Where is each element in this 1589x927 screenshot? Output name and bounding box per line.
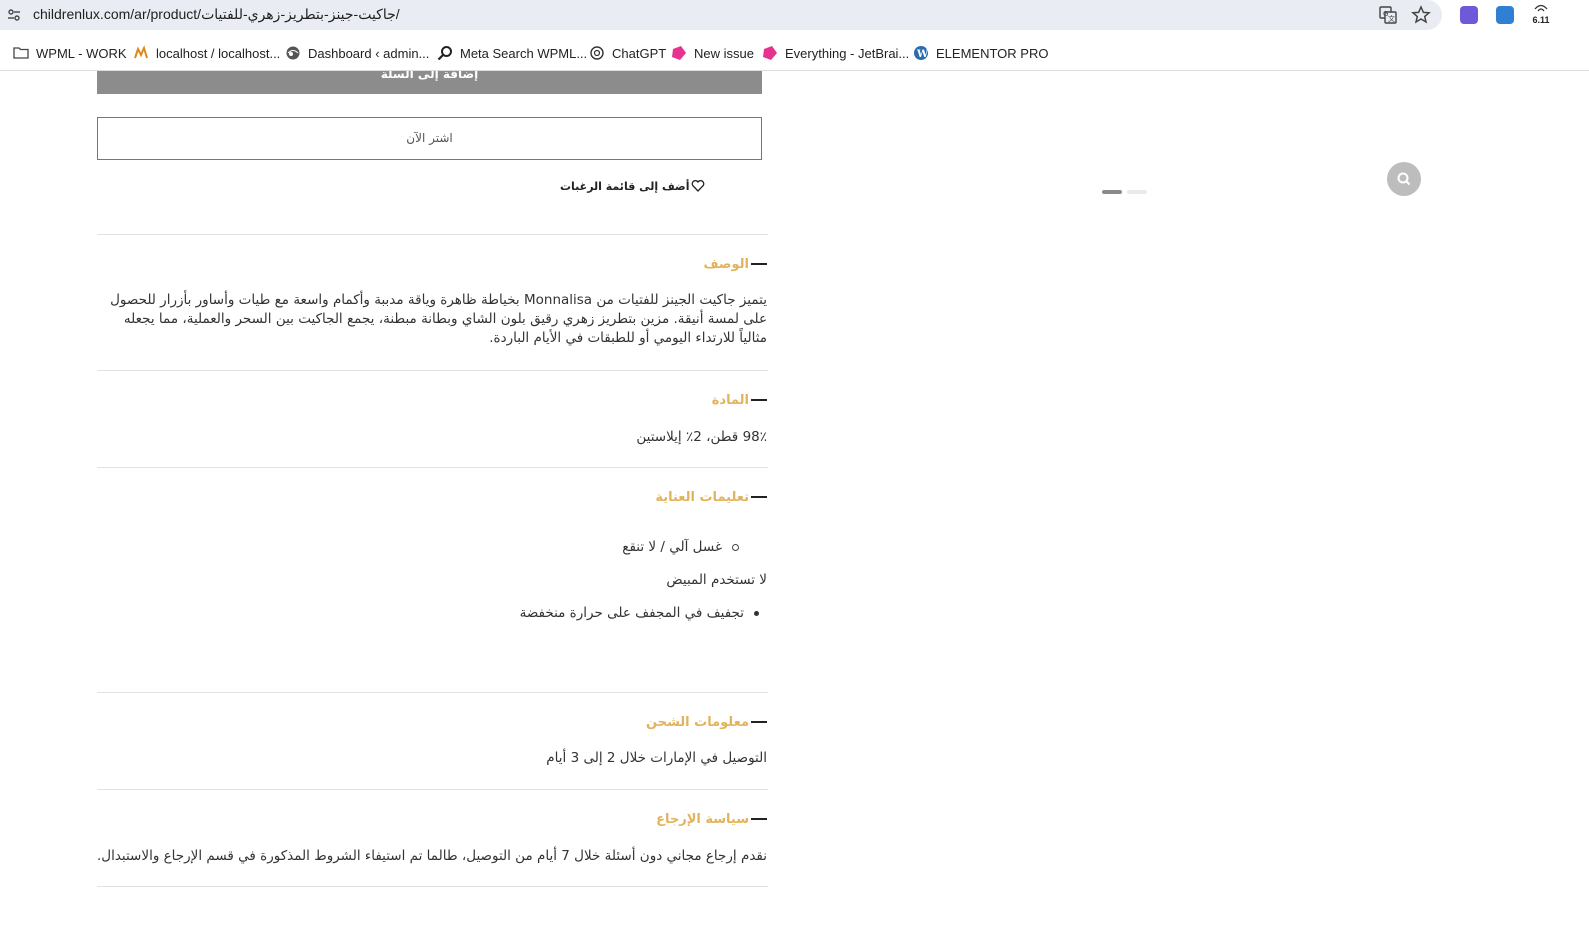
svg-text:文: 文 — [1388, 14, 1395, 23]
section-title-label: المادة — [711, 392, 749, 408]
buy-now-button[interactable]: اشتر الآن — [97, 117, 762, 160]
url-field[interactable]: childrenlux.com/ar/product/جاكيت-جينز-بت… — [0, 0, 1442, 30]
section-title-material[interactable]: المادة — [712, 390, 767, 410]
bookmarks-bar: WPML - WORK localhost / localhost... Das… — [0, 36, 1589, 71]
section-title-returns[interactable]: سياسة الإرجاع — [656, 809, 767, 829]
bookmark-elementor-pro[interactable]: W ELEMENTOR PRO — [913, 43, 1048, 63]
dash-icon — [751, 818, 767, 820]
extension-gear-icon[interactable] — [1460, 6, 1478, 24]
address-bar: childrenlux.com/ar/product/جاكيت-جينز-بت… — [0, 0, 1589, 30]
add-to-wishlist-link[interactable]: أضف إلى قائمة الرغبات — [560, 176, 760, 196]
care-list-item: غسل آلي / لا تنقع — [622, 539, 739, 555]
search-icon — [437, 46, 452, 61]
bookmark-everything-jetbrains[interactable]: Everything - JetBrai... — [762, 43, 909, 63]
care-item-text: غسل آلي / لا تنقع — [622, 539, 722, 555]
disc-bullet-icon — [754, 610, 759, 616]
circle-bullet-icon — [732, 543, 739, 551]
divider — [97, 789, 768, 790]
care-list-item: لا تستخدم المبيض — [666, 572, 767, 588]
bookmark-new-issue[interactable]: New issue — [671, 43, 754, 63]
globe-icon — [286, 46, 300, 60]
bookmark-localhost[interactable]: localhost / localhost... — [133, 43, 280, 63]
folder-icon — [13, 47, 29, 59]
bookmark-star-icon[interactable] — [1411, 5, 1431, 25]
care-item-text: تجفيف في المجفف على حرارة منخفضة — [519, 605, 744, 621]
section-title-shipping[interactable]: معلومات الشحن — [646, 712, 767, 732]
jetbrains-icon — [672, 46, 686, 60]
wordpress-icon: W — [914, 46, 929, 60]
jetbrains-icon — [763, 46, 777, 60]
section-title-care[interactable]: تعليمات العناية — [655, 487, 767, 507]
section-title-label: سياسة الإرجاع — [656, 811, 749, 827]
product-page: إضافة إلى السلة اشتر الآن أضف إلى قائمة … — [0, 71, 1589, 927]
wifi-icon — [1534, 4, 1548, 12]
bookmark-chatgpt[interactable]: ChatGPT — [589, 43, 666, 63]
magnifier-icon — [1397, 172, 1411, 186]
divider — [97, 234, 768, 235]
dash-icon — [751, 399, 767, 401]
section-title-label: معلومات الشحن — [646, 714, 749, 730]
bookmark-label: Dashboard ‹ admin... — [308, 45, 430, 61]
section-title-label: الوصف — [703, 256, 749, 272]
svg-text:W: W — [916, 49, 929, 60]
bookmark-label: ChatGPT — [612, 45, 667, 61]
bookmark-label: Meta Search WPML... — [460, 45, 588, 61]
site-info-icon[interactable] — [7, 8, 21, 22]
dash-icon — [751, 496, 767, 498]
wishlist-label: أضف إلى قائمة الرغبات — [560, 179, 690, 193]
section-title-description[interactable]: الوصف — [703, 254, 767, 274]
bookmark-meta-search[interactable]: Meta Search WPML... — [437, 43, 587, 63]
shipping-text: التوصيل في الإمارات خلال 2 إلى 3 أيام — [546, 750, 767, 766]
extension-badge-text: 6.11 — [1532, 15, 1550, 25]
divider — [97, 886, 768, 887]
bookmark-label: New issue — [694, 45, 754, 61]
care-list-item: تجفيف في المجفف على حرارة منخفضة — [520, 605, 759, 621]
url-text[interactable]: childrenlux.com/ar/product/جاكيت-جينز-بت… — [33, 6, 400, 23]
phpmyadmin-icon — [134, 45, 148, 59]
divider — [97, 467, 768, 468]
description-text: يتميز جاكيت الجينز للفتيات من Monnalisa … — [110, 292, 767, 346]
gallery-dot[interactable] — [1127, 190, 1147, 194]
dash-icon — [751, 263, 767, 265]
divider — [97, 370, 768, 371]
bookmark-wpml-work[interactable]: WPML - WORK — [13, 43, 127, 63]
returns-text: نقدم إرجاع مجاني دون أسئلة خلال 7 أيام م… — [96, 848, 767, 864]
add-to-cart-label: إضافة إلى السلة — [380, 71, 479, 81]
zoom-button[interactable] — [1387, 162, 1421, 196]
extension-badge-icon[interactable]: 6.11 — [1528, 4, 1554, 26]
material-text: 98٪ قطن، 2٪ إيلاستين — [636, 429, 767, 445]
bookmark-label: WPML - WORK — [36, 45, 127, 61]
add-to-cart-button[interactable]: إضافة إلى السلة — [97, 71, 762, 94]
bookmark-dashboard[interactable]: Dashboard ‹ admin... — [285, 43, 429, 63]
heart-icon — [692, 180, 705, 192]
openai-icon — [590, 46, 604, 60]
bookmark-label: localhost / localhost... — [156, 45, 281, 61]
gallery-dot-active[interactable] — [1102, 190, 1122, 194]
extension-window-icon[interactable] — [1496, 6, 1514, 24]
divider — [97, 692, 768, 693]
section-title-label: تعليمات العناية — [655, 489, 749, 505]
bookmark-label: Everything - JetBrai... — [785, 45, 910, 61]
translate-icon[interactable]: G 文 — [1378, 5, 1398, 25]
bookmark-label: ELEMENTOR PRO — [936, 45, 1049, 61]
dash-icon — [751, 721, 767, 723]
